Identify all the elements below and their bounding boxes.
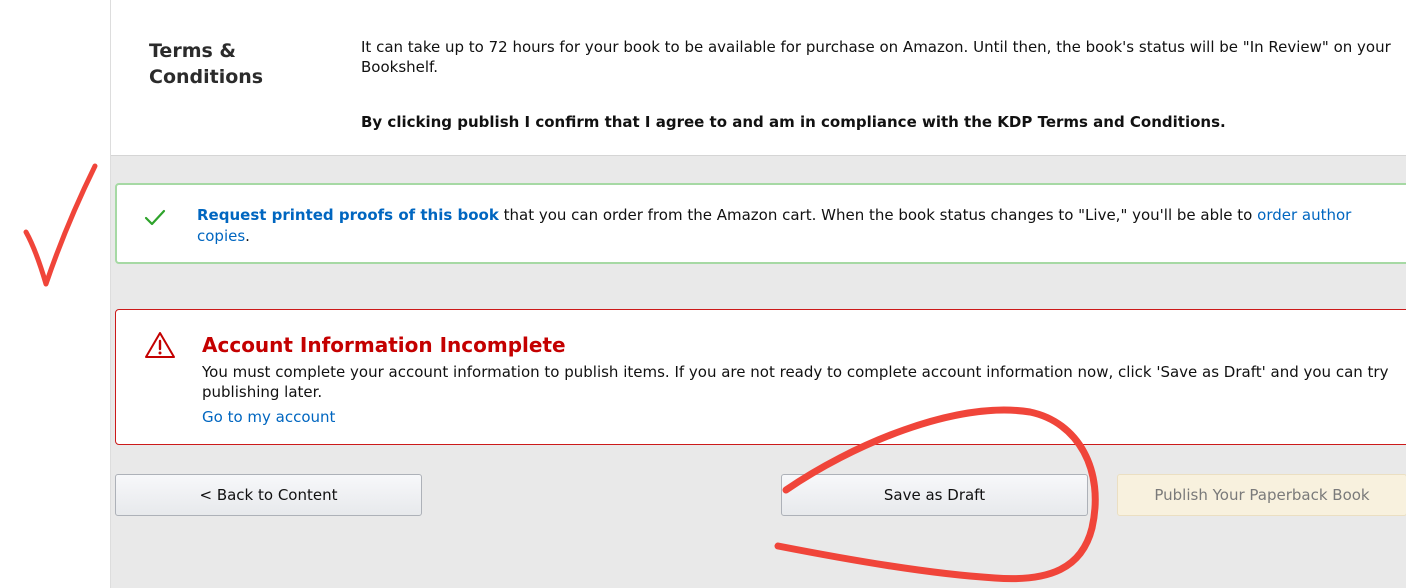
go-to-account-link[interactable]: Go to my account: [202, 407, 335, 427]
request-proofs-link[interactable]: Request printed proofs of this book: [197, 206, 499, 224]
proof-message: Request printed proofs of this book that…: [197, 205, 1397, 247]
terms-section: Terms & Conditions It can take up to 72 …: [111, 0, 1406, 156]
proof-success-alert: Request printed proofs of this book that…: [115, 183, 1406, 264]
alert-title: Account Information Incomplete: [202, 333, 566, 357]
account-incomplete-alert: Account Information Incomplete You must …: [115, 309, 1406, 445]
publish-paperback-button[interactable]: Publish Your Paperback Book: [1117, 474, 1406, 516]
checkmark-icon: [144, 209, 166, 226]
save-as-draft-button[interactable]: Save as Draft: [781, 474, 1088, 516]
terms-description: It can take up to 72 hours for your book…: [361, 38, 1391, 76]
alert-body: You must complete your account informati…: [202, 363, 1389, 401]
proof-message-end: .: [245, 227, 250, 245]
warning-triangle-icon: [145, 332, 175, 358]
proof-message-text: that you can order from the Amazon cart.…: [498, 206, 1258, 224]
terms-confirmation: By clicking publish I confirm that I agr…: [361, 113, 1226, 131]
publish-page: Terms & Conditions It can take up to 72 …: [110, 0, 1406, 588]
back-to-content-button[interactable]: < Back to Content: [115, 474, 422, 516]
terms-heading: Terms & Conditions: [149, 40, 264, 88]
left-margin: [0, 0, 110, 588]
